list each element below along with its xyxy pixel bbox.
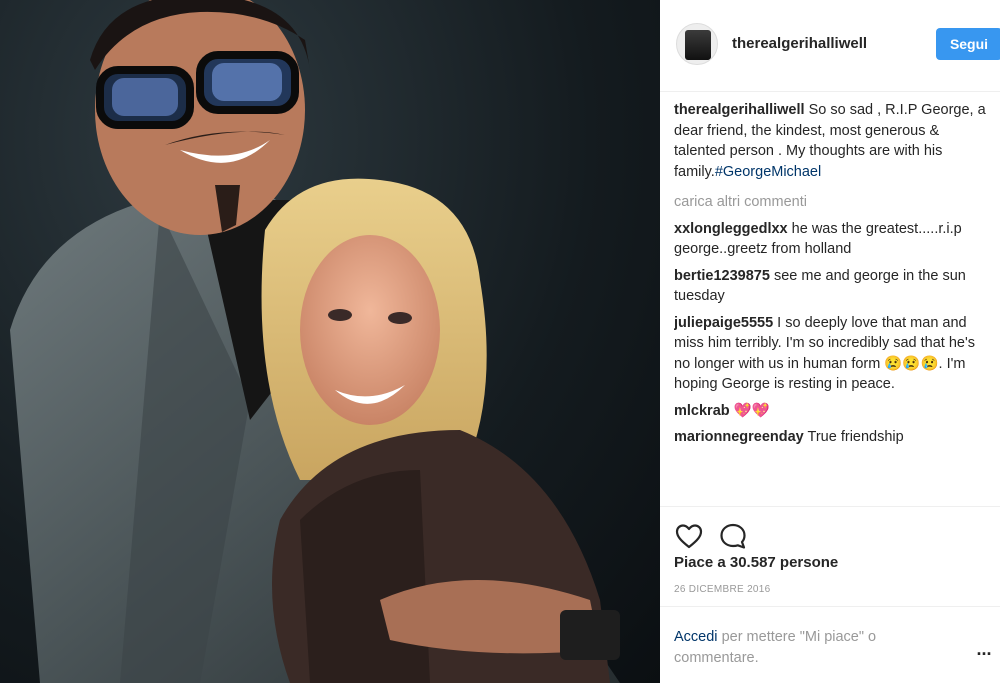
- avatar[interactable]: [676, 23, 718, 65]
- comment: marionnegreenday True friendship: [674, 427, 992, 448]
- post-photo: [0, 0, 660, 683]
- login-text: Accedi per mettere "Mi piace" o commenta…: [674, 627, 944, 669]
- comment-username[interactable]: mlckrab: [674, 403, 730, 419]
- post-date: 26 DICEMBRE 2016: [674, 584, 771, 595]
- comment-text: True friendship: [807, 429, 904, 445]
- speech-bubble-icon[interactable]: [718, 521, 748, 551]
- comment-username[interactable]: juliepaige5555: [674, 315, 773, 331]
- post-header: therealgerihalliwell Segui: [660, 0, 1000, 92]
- caption-username[interactable]: therealgerihalliwell: [674, 102, 805, 118]
- comment-username[interactable]: xxlongleggedlxx: [674, 221, 788, 237]
- header-username[interactable]: therealgerihalliwell: [732, 35, 867, 52]
- comment: mlckrab 💖💖: [674, 401, 992, 422]
- login-prompt: Accedi per mettere "Mi piace" o commenta…: [660, 606, 1000, 683]
- follow-button[interactable]: Segui: [936, 28, 1000, 60]
- comment-username[interactable]: bertie1239875: [674, 268, 770, 284]
- comment-text: 💖💖: [733, 402, 770, 419]
- comment: juliepaige5555 I so deeply love that man…: [674, 313, 992, 395]
- comment-username[interactable]: marionnegreenday: [674, 429, 804, 445]
- ellipsis-icon[interactable]: ...: [972, 639, 996, 659]
- comments-list: therealgerihalliwell So so sad , R.I.P G…: [674, 100, 992, 506]
- post-sidebar: therealgerihalliwell Segui therealgeriha…: [660, 0, 1000, 683]
- photo-illustration: [10, 0, 620, 683]
- comment: bertie1239875 see me and george in the s…: [674, 266, 992, 307]
- comment: xxlongleggedlxx he was the greatest.....…: [674, 219, 992, 260]
- load-more-comments-link[interactable]: carica altri commenti: [674, 192, 992, 213]
- caption-hashtag[interactable]: #GeorgeMichael: [715, 164, 821, 180]
- caption: therealgerihalliwell So so sad , R.I.P G…: [674, 100, 992, 182]
- avatar-image: [685, 30, 711, 60]
- login-link[interactable]: Accedi: [674, 629, 718, 645]
- heart-outline-icon[interactable]: [674, 521, 704, 551]
- likes-count[interactable]: Piace a 30.587 persone: [674, 554, 838, 571]
